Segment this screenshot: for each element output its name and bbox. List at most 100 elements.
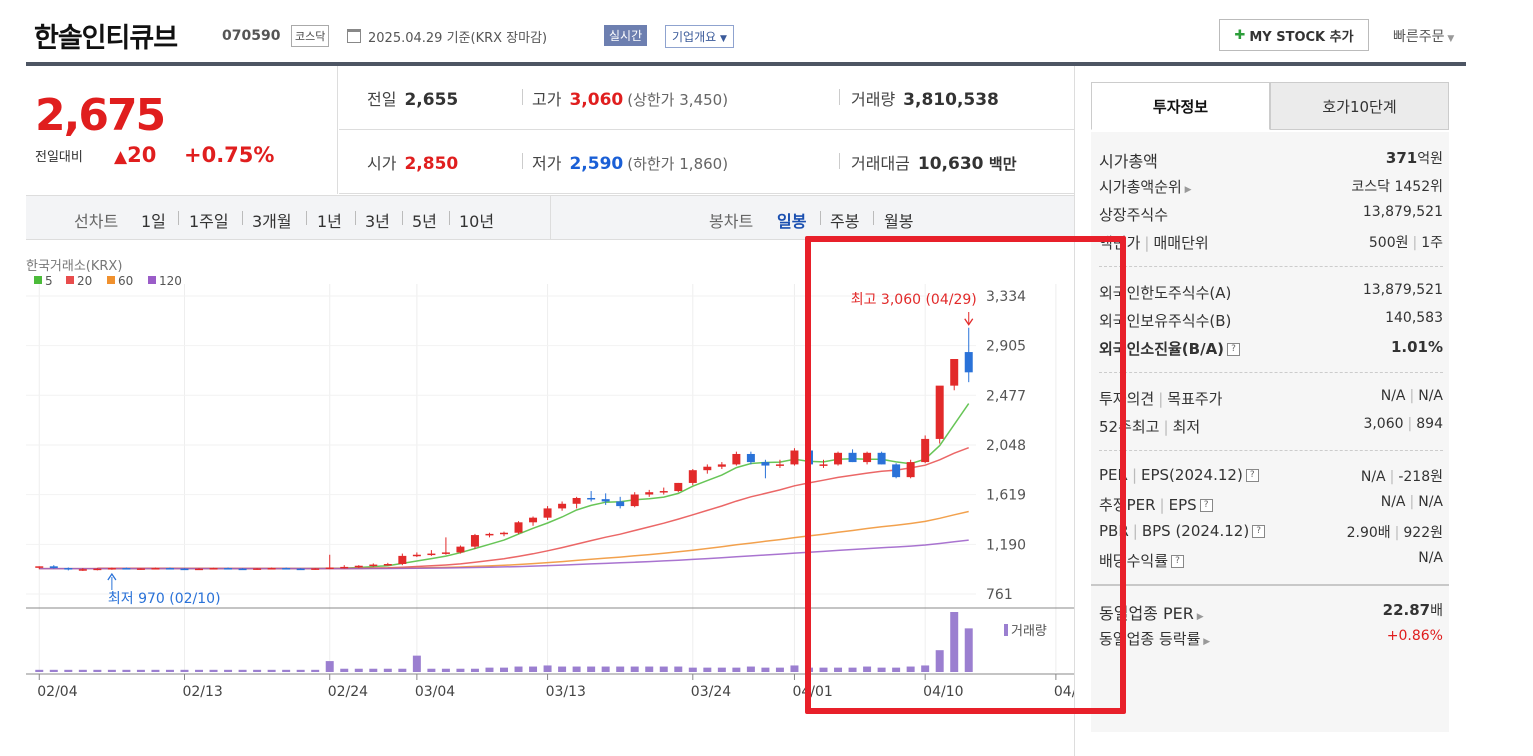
plus-icon: ✚: [1234, 27, 1246, 43]
volume-bar: [180, 669, 189, 672]
pbr-row: PBR | BPS (2024.12)? 2.90배 | 922원: [1099, 522, 1443, 541]
volume-bar: [703, 667, 712, 672]
candle-daily[interactable]: 일봉: [777, 208, 806, 232]
corp-info-dropdown[interactable]: 기업개요 ▼: [665, 25, 734, 48]
candle-body: [427, 553, 436, 556]
candle-body: [195, 568, 204, 571]
volume-bar: [470, 668, 479, 672]
candle-body: [645, 492, 654, 495]
period-1w[interactable]: 1주일: [189, 208, 229, 232]
candle-chart-label: 봉차트: [709, 212, 754, 231]
quick-order-dropdown[interactable]: 빠른주문 ▼: [1393, 26, 1454, 46]
low-annotation: 최저 970 (02/10): [108, 591, 221, 607]
candle-body: [456, 546, 465, 553]
day-high: 고가 3,060 (상한가 3,450): [532, 90, 729, 110]
industry-rate-row[interactable]: 동일업종 등락률 ▶ +0.86%: [1099, 628, 1443, 650]
company-name: 한솔인티큐브: [34, 23, 178, 54]
legend-swatch: [34, 276, 42, 284]
candle-body: [383, 564, 392, 566]
change-percent: +0.75%: [184, 143, 275, 167]
candle-body: [165, 568, 174, 570]
volume-bar: [64, 669, 73, 672]
volume-bar: [427, 668, 436, 672]
volume-bar: [224, 669, 233, 672]
volume-bar: [195, 669, 204, 672]
highlight-box: [805, 236, 1126, 714]
candle-body: [398, 555, 407, 565]
tab-quote-10[interactable]: 호가10단계: [1270, 82, 1449, 130]
legend-swatch: [148, 276, 156, 284]
volume-bar: [122, 669, 131, 672]
candle-body: [78, 569, 87, 571]
volume-bar: [35, 669, 44, 672]
volume-bar: [340, 668, 349, 672]
candle-body: [514, 522, 523, 533]
prev-close: 전일 2,655: [367, 90, 459, 110]
open-price: 시가 2,850: [367, 154, 459, 174]
current-price: 2,675: [35, 90, 166, 141]
volume-bar: [761, 667, 770, 672]
candle-body: [529, 517, 538, 523]
period-5y[interactable]: 5년: [412, 208, 437, 232]
candle-body: [267, 568, 276, 570]
candle-body: [180, 568, 189, 571]
volume-bar: [790, 665, 799, 672]
line-chart-label: 선차트: [74, 212, 119, 231]
x-tick-label: 03/04: [415, 684, 455, 700]
per-row: PER | EPS(2024.12)? N/A | -218원: [1099, 466, 1443, 485]
volume-bar: [732, 667, 741, 672]
candle-body: [238, 568, 247, 571]
info-table: 시가총액 371억원 시가총액순위 ▶ 코스닥 1452위 상장주식수 13,8…: [1091, 132, 1449, 732]
volume-bar: [78, 669, 87, 672]
help-icon: ?: [1227, 343, 1241, 356]
add-my-stock-button[interactable]: ✚ MY STOCK 추가: [1219, 19, 1369, 51]
candle-body: [587, 497, 596, 500]
volume-bar: [209, 669, 218, 672]
legend-label: 5: [45, 274, 53, 288]
candle-body: [282, 568, 291, 570]
volume-bar: [616, 666, 625, 672]
volume-bar: [253, 669, 262, 672]
volume-bar: [49, 669, 58, 672]
candle-weekly[interactable]: 주봉: [830, 208, 859, 232]
period-3m[interactable]: 3개월: [252, 208, 292, 232]
volume-bar: [645, 666, 654, 672]
foreign-hold-row: 외국인보유주식수(B) 140,583: [1099, 310, 1443, 330]
period-3y[interactable]: 3년: [365, 208, 390, 232]
volume-bar: [529, 666, 538, 672]
tab-investment-info[interactable]: 투자정보: [1091, 82, 1270, 130]
listed-shares-row: 상장주식수 13,879,521: [1099, 204, 1443, 224]
investment-info-panel: 투자정보 호가10단계 시가총액 371억원 시가총액순위 ▶ 코스닥 1452…: [1074, 66, 1466, 756]
period-1d[interactable]: 1일: [141, 208, 166, 232]
volume-bar: [412, 655, 421, 672]
industry-per-row[interactable]: 동일업종 PER ▶ 22.87배: [1099, 600, 1443, 623]
candle-body: [441, 552, 450, 554]
candle-monthly[interactable]: 월봉: [884, 208, 913, 232]
candle-body: [470, 535, 479, 547]
volume-bar: [688, 667, 697, 672]
realtime-badge[interactable]: 실시간: [604, 25, 648, 46]
x-tick-label: 02/04: [37, 684, 77, 700]
volume-bar: [572, 666, 581, 672]
volume-bar: [311, 669, 320, 672]
stock-header: 한솔인티큐브 070590 코스닥 2025.04.29 기준(KRX 장마감)…: [0, 0, 1533, 62]
volume-bar: [674, 666, 683, 672]
candle-body: [674, 482, 683, 492]
volume-bar: [165, 669, 174, 672]
candle-body: [296, 568, 305, 571]
volume-bar: [398, 668, 407, 672]
volume-bar: [267, 669, 276, 672]
candle-body: [500, 532, 508, 535]
opinion-row: 투자의견 | 목표주가 N/A | N/A: [1099, 388, 1443, 408]
legend-label: 60: [118, 274, 133, 288]
market-cap-rank-row[interactable]: 시가총액순위 ▶ 코스닥 1452위: [1099, 176, 1443, 198]
candle-body: [761, 462, 770, 466]
calendar-icon: [347, 29, 361, 43]
period-10y[interactable]: 10년: [459, 208, 494, 232]
candle-body: [311, 568, 320, 570]
candle-body: [151, 568, 160, 570]
period-1y[interactable]: 1년: [317, 208, 342, 232]
candle-body: [790, 450, 799, 465]
volume-bar: [93, 669, 102, 672]
candle-body: [64, 568, 73, 570]
